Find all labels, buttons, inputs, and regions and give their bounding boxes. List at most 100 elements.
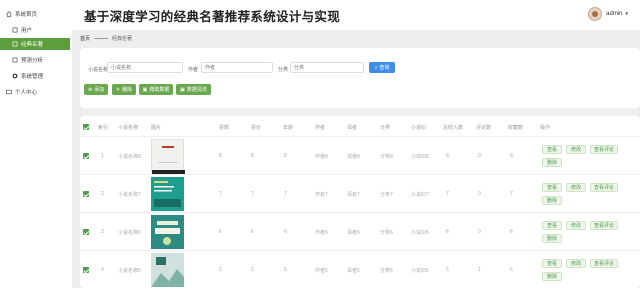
- delete-button[interactable]: ✕ 删除: [112, 84, 136, 95]
- sidebar-item-prediction[interactable]: 预测分析: [0, 54, 70, 66]
- add-button[interactable]: ⊕ 添加: [84, 84, 108, 95]
- name-label: 小说名称: [88, 67, 109, 73]
- name-search-input[interactable]: [107, 62, 183, 73]
- cell-author: 作者8: [315, 154, 328, 160]
- app-title: 基于深度学习的经典名著推荐系统设计与实现: [84, 10, 341, 24]
- cell-price: 8: [251, 153, 254, 159]
- edit-button[interactable]: 修改: [566, 221, 586, 230]
- breadcrumb-home[interactable]: 首页: [80, 35, 90, 42]
- cell-price: 7: [251, 191, 254, 197]
- cell-age: 7: [284, 191, 287, 197]
- view-comments-button[interactable]: 查看评论: [590, 221, 618, 230]
- category-label: 分类: [278, 67, 289, 73]
- table-header: 索引 小说名称 图片 票数 票价 年龄 作者 译者 分类 小说ID 总收入数 评…: [80, 120, 640, 134]
- row-checkbox[interactable]: [83, 267, 89, 273]
- view-comments-button[interactable]: 查看评论: [590, 145, 618, 154]
- view-button[interactable]: 查看: [542, 145, 562, 154]
- view-comments-button[interactable]: 查看评论: [590, 183, 618, 192]
- table-row: 2 小说名称7 7 7 7 作者7 译者7 分类7 小说ID7 7 0 7 查看…: [80, 174, 640, 212]
- column-header: 作者: [315, 125, 326, 131]
- cell-favorites: 6: [510, 229, 513, 235]
- view-button[interactable]: 查看: [542, 221, 562, 230]
- sidebar-item-label: 预测分析: [21, 58, 44, 64]
- cell-price: 5: [251, 267, 254, 273]
- profile-icon: [6, 89, 12, 95]
- edit-button[interactable]: 修改: [566, 259, 586, 268]
- view-comments-button[interactable]: 查看评论: [590, 259, 618, 268]
- trash-icon: ✕: [115, 86, 121, 93]
- select-all-checkbox[interactable]: [83, 124, 89, 130]
- cell-comments: 0: [478, 229, 481, 235]
- view-button[interactable]: 查看: [542, 183, 562, 192]
- cell-comments: 0: [478, 191, 481, 197]
- novels-table: 索引 小说名称 图片 票数 票价 年龄 作者 译者 分类 小说ID 总收入数 评…: [80, 116, 640, 288]
- book-cover-image: [151, 215, 184, 249]
- cell-author: 作者5: [315, 268, 328, 274]
- view-button[interactable]: 查看: [542, 259, 562, 268]
- sidebar-item-profile[interactable]: 个人中心: [0, 86, 70, 98]
- cell-favorites: 7: [510, 191, 513, 197]
- sidebar-item-users[interactable]: 用户: [0, 24, 70, 36]
- crawl-data-button[interactable]: ▣ 爬取数据: [139, 84, 173, 95]
- sidebar-item-label: 系统首页: [15, 12, 38, 18]
- table-row: 1 小说名称8 8 8 8 作者8 译者8 分类8 小说ID8 8 0 8 查看…: [80, 136, 640, 174]
- cell-category: 分类5: [380, 268, 393, 274]
- edit-button[interactable]: 修改: [566, 145, 586, 154]
- row-delete-button[interactable]: 删除: [542, 272, 562, 281]
- row-checkbox[interactable]: [83, 191, 89, 197]
- search-button-label: 查询: [379, 65, 390, 71]
- column-header: 收藏数: [508, 125, 524, 131]
- table-row: 4 小说名称5 5 5 5 作者5 译者5 分类5 小说ID5 5 1 6 查看…: [80, 250, 640, 288]
- chart-icon: [12, 57, 18, 63]
- column-header: 小说名称: [118, 125, 139, 131]
- cell-index: 3: [101, 229, 104, 235]
- user-menu[interactable]: admin ▾: [588, 7, 628, 21]
- row-delete-button[interactable]: 删除: [542, 196, 562, 205]
- breadcrumb-separator: [94, 37, 109, 39]
- row-delete-button[interactable]: 删除: [542, 234, 562, 243]
- cell-novel-id: 小说ID6: [411, 230, 429, 236]
- cell-income: 6: [446, 229, 449, 235]
- row-checkbox[interactable]: [83, 153, 89, 159]
- sidebar-item-home[interactable]: 系统首页: [0, 8, 70, 20]
- category-search-input[interactable]: [290, 62, 364, 73]
- author-search-input[interactable]: [201, 62, 273, 73]
- crawl-button-label: 爬取数据: [149, 87, 170, 93]
- cell-income: 7: [446, 191, 449, 197]
- cell-category: 分类6: [380, 230, 393, 236]
- delete-button-label: 删除: [122, 87, 133, 93]
- book-cover-image: [151, 253, 184, 287]
- search-button[interactable]: ⌕ 查询: [369, 62, 395, 73]
- cell-translator: 译者5: [347, 268, 360, 274]
- cell-translator: 译者7: [347, 192, 360, 198]
- sidebar-item-classics[interactable]: 经典名著: [0, 38, 70, 50]
- column-header: 译者: [347, 125, 358, 131]
- cell-favorites: 8: [510, 153, 513, 159]
- sidebar-item-system[interactable]: 系统管理: [0, 70, 70, 82]
- book-cover-image: [151, 139, 185, 174]
- column-header: 操作: [540, 125, 551, 131]
- cell-income: 8: [446, 153, 449, 159]
- home-icon: [6, 11, 12, 17]
- cell-age: 6: [284, 229, 287, 235]
- clean-data-button[interactable]: ▣ 数据清洗: [176, 84, 211, 95]
- cell-translator: 译者8: [347, 154, 360, 160]
- cell-name: 小说名称8: [118, 154, 141, 160]
- sidebar-item-label: 经典名著: [21, 42, 44, 48]
- cell-votes: 8: [219, 153, 222, 159]
- row-delete-button[interactable]: 删除: [542, 158, 562, 167]
- row-checkbox[interactable]: [83, 229, 89, 235]
- cell-comments: 1: [478, 267, 481, 273]
- chevron-down-icon: ▾: [625, 11, 628, 17]
- table-row: 3 小说名称6 6 6 6 作者6 译者6 分类6 小说ID6 6 0 6 查看…: [80, 212, 640, 250]
- cell-index: 4: [101, 267, 104, 273]
- cell-name: 小说名称6: [118, 230, 141, 236]
- add-button-label: 添加: [94, 87, 105, 93]
- cell-comments: 0: [478, 153, 481, 159]
- column-header: 分类: [380, 125, 391, 131]
- column-header: 票数: [219, 125, 230, 131]
- cell-income: 5: [446, 267, 449, 273]
- cell-age: 8: [284, 153, 287, 159]
- column-header: 图片: [151, 125, 162, 131]
- edit-button[interactable]: 修改: [566, 183, 586, 192]
